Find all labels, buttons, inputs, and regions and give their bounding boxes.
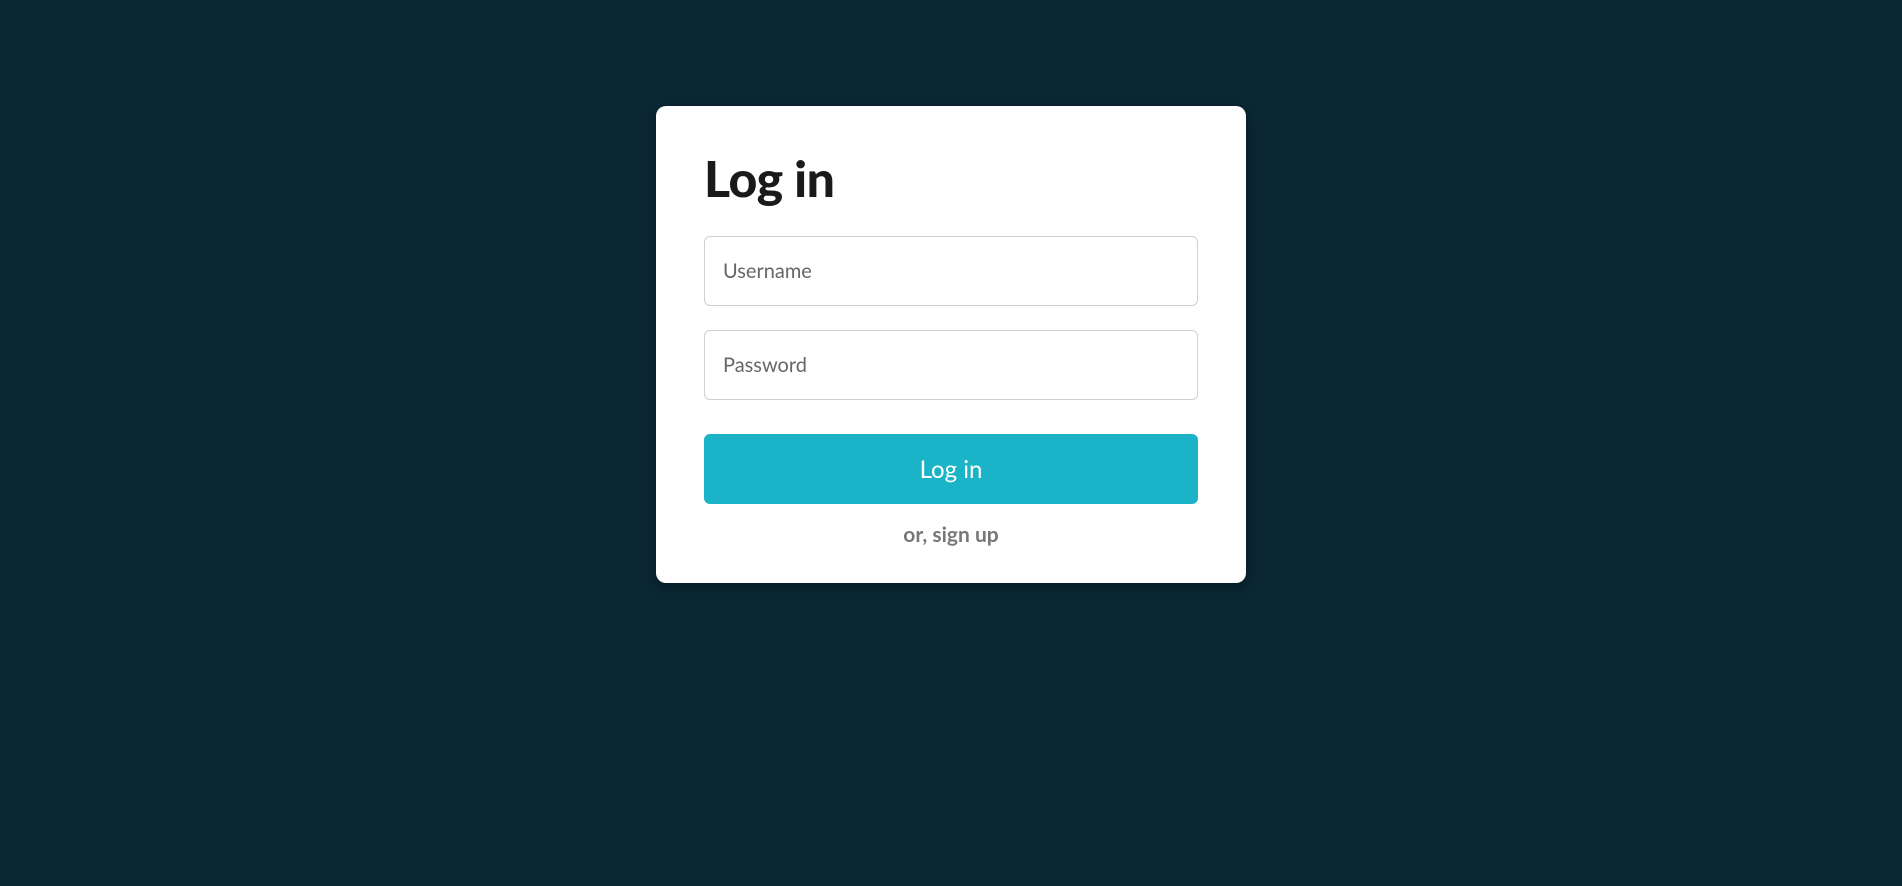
- password-group: [704, 330, 1198, 400]
- login-card: Log in Log in or, sign up: [656, 106, 1246, 583]
- username-input[interactable]: [704, 236, 1198, 306]
- username-group: [704, 236, 1198, 306]
- signup-link[interactable]: or, sign up: [704, 522, 1198, 547]
- page-title: Log in: [704, 148, 1198, 208]
- login-button[interactable]: Log in: [704, 434, 1198, 504]
- password-input[interactable]: [704, 330, 1198, 400]
